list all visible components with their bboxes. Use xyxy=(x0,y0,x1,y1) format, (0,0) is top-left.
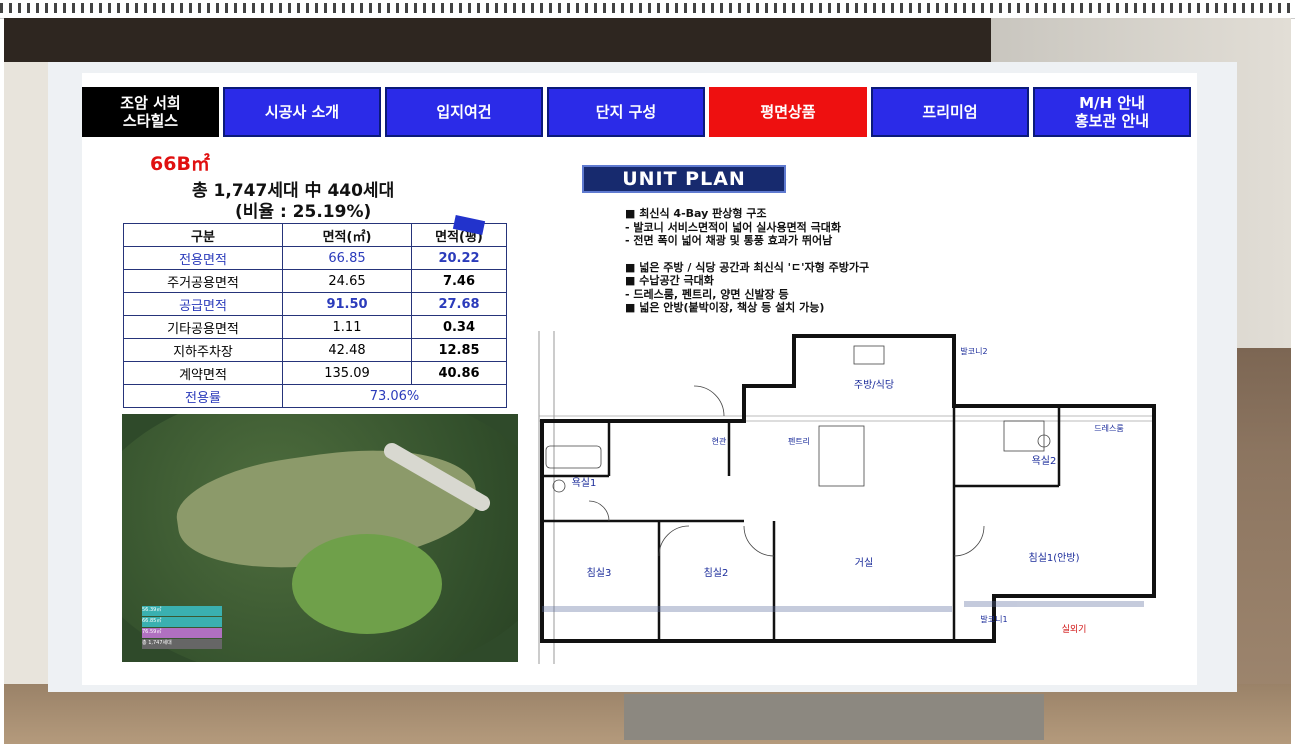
area-table-header: 구분 면적(㎡) 면적(평) xyxy=(123,223,507,247)
nav-mh-line-1: M/H 안내 xyxy=(1079,94,1145,112)
site-map-image: 56.39㎡ 66.85㎡ 76.59㎡ 총 1,747세대 xyxy=(122,414,518,662)
nav-modelhouse[interactable]: M/H 안내 홍보관 안내 xyxy=(1033,87,1191,137)
table-row-ratio: 전용률 73.06% xyxy=(123,384,507,408)
header-m2: 면적(㎡) xyxy=(282,223,412,247)
row-py: 7.46 xyxy=(411,269,507,293)
frame-dots xyxy=(0,3,1295,13)
top-navigation: 조암 서희 스타힐스 시공사 소개 입지여건 단지 구성 평면상품 프리미엄 M/… xyxy=(82,87,1191,137)
room-label-bath1: 욕실1 xyxy=(572,477,597,489)
row-label: 계약면적 xyxy=(123,361,283,385)
brand-line-1: 조암 서희 xyxy=(120,94,181,112)
row-py: 20.22 xyxy=(411,246,507,270)
room-label-bed3: 침실3 xyxy=(587,567,612,579)
row-py: 40.86 xyxy=(411,361,507,385)
feature-item: ■ 수납공간 극대화 xyxy=(625,274,714,287)
room-label-balcony2: 발코니2 xyxy=(960,346,987,356)
row-label: 공급면적 xyxy=(123,292,283,316)
room-label-pantry: 펜트리 xyxy=(788,437,810,446)
table-row: 공급면적 91.50 27.68 xyxy=(123,292,507,316)
feature-item: ■ 넓은 안방(붙박이장, 책상 등 설치 가능) xyxy=(625,301,825,314)
table-row: 지하주차장 42.48 12.85 xyxy=(123,338,507,362)
outer-walls xyxy=(540,334,1156,643)
nav-location[interactable]: 입지여건 xyxy=(385,87,543,137)
unit-plan-title: UNIT PLAN xyxy=(582,165,786,193)
legend-item: 총 1,747세대 xyxy=(142,639,222,649)
rug xyxy=(624,694,1044,740)
row-label: 주거공용면적 xyxy=(123,269,283,293)
feature-gap xyxy=(625,248,869,261)
nav-mh-line-2: 홍보관 안내 xyxy=(1074,112,1150,130)
legend-item: 56.39㎡ xyxy=(142,606,222,616)
nav-complex[interactable]: 단지 구성 xyxy=(547,87,705,137)
area-table: 구분 면적(㎡) 면적(평) 전용면적 66.85 20.22 주거공용면적 2… xyxy=(123,223,507,408)
legend-item: 66.85㎡ xyxy=(142,617,222,627)
row-m2: 42.48 xyxy=(282,338,412,362)
glazing xyxy=(542,601,1144,612)
photo-frame-top xyxy=(0,0,1295,19)
row-m2: 1.11 xyxy=(282,315,412,339)
row-label: 기타공용면적 xyxy=(123,315,283,339)
presentation-screen: 조암 서희 스타힐스 시공사 소개 입지여건 단지 구성 평면상품 프리미엄 M/… xyxy=(82,73,1197,685)
row-py: 12.85 xyxy=(411,338,507,362)
room-label-bath2: 욕실2 xyxy=(1032,455,1057,467)
row-py: 0.34 xyxy=(411,315,507,339)
room-label-bed1: 침실1(안방) xyxy=(1029,552,1080,564)
floor-plan: 주방/식당 발코니2 현관 펜트리 욕실1 욕실2 드레스룸 침실3 침실2 거… xyxy=(538,331,1156,664)
fixtures xyxy=(545,345,1051,557)
row-m2: 135.09 xyxy=(282,361,412,385)
room-label-bed2: 침실2 xyxy=(704,567,729,579)
legend-item: 76.59㎡ xyxy=(142,628,222,638)
room-label-outdoor: 실외기 xyxy=(1062,623,1087,635)
feature-item: ■ 넓은 주방 / 식당 공간과 최신식 'ㄷ'자형 주방가구 xyxy=(625,260,870,274)
feature-item: ■ 최신식 4-Bay 판상형 구조 xyxy=(625,207,767,220)
ratio-label: 전용률 xyxy=(123,384,283,408)
household-ratio: (비율 : 25.19%) xyxy=(235,202,372,222)
brand-line-2: 스타힐스 xyxy=(122,112,179,130)
room-label-balcony1: 발코니1 xyxy=(980,614,1007,624)
nav-contractor[interactable]: 시공사 소개 xyxy=(223,87,381,137)
ratio-value: 73.06% xyxy=(282,384,507,408)
row-py: 27.68 xyxy=(411,292,507,316)
feature-item: - 드레스룸, 펜트리, 양면 신발장 등 xyxy=(625,287,789,301)
nav-premium[interactable]: 프리미엄 xyxy=(871,87,1029,137)
brand-logo[interactable]: 조암 서희 스타힐스 xyxy=(82,87,219,137)
room-label-kitchen: 주방/식당 xyxy=(854,379,894,391)
feature-list: ■ 최신식 4-Bay 판상형 구조 - 발코니 서비스면적이 넓어 실사용면적… xyxy=(625,207,869,315)
table-row: 전용면적 66.85 20.22 xyxy=(123,246,507,270)
header-category: 구분 xyxy=(123,223,283,247)
unit-type-title: 66B㎡ xyxy=(150,153,210,175)
table-row: 기타공용면적 1.11 0.34 xyxy=(123,315,507,339)
row-m2: 91.50 xyxy=(282,292,412,316)
room-label-living: 거실 xyxy=(855,557,873,569)
nav-floorplan[interactable]: 평면상품 xyxy=(709,87,867,137)
feature-item: - 발코니 서비스면적이 넓어 실사용면적 극대화 xyxy=(625,220,841,234)
green-park xyxy=(292,534,442,634)
row-label: 전용면적 xyxy=(123,246,283,270)
site-legend: 56.39㎡ 66.85㎡ 76.59㎡ 총 1,747세대 xyxy=(142,606,222,650)
feature-item: - 전면 폭이 넓어 채광 및 통풍 효과가 뛰어남 xyxy=(625,234,833,247)
table-row: 계약면적 135.09 40.86 xyxy=(123,361,507,385)
room-label-entry: 현관 xyxy=(712,436,727,446)
table-row: 주거공용면적 24.65 7.46 xyxy=(123,269,507,293)
row-label: 지하주차장 xyxy=(123,338,283,362)
room-label-dress: 드레스룸 xyxy=(1094,424,1123,433)
left-wall xyxy=(4,62,48,702)
row-m2: 24.65 xyxy=(282,269,412,293)
row-m2: 66.85 xyxy=(282,246,412,270)
